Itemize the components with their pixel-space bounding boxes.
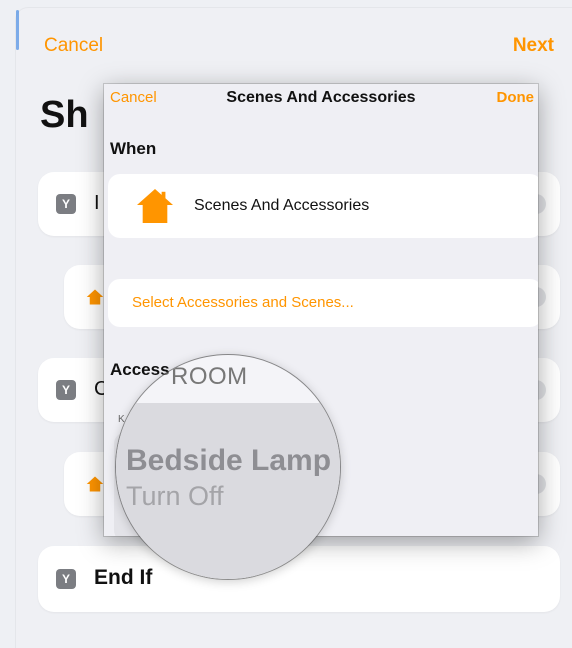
magnified-room-label: ROOM bbox=[171, 363, 248, 390]
page-title: Sh bbox=[40, 94, 89, 136]
selected-scene-row[interactable]: Scenes And Accessories bbox=[108, 174, 538, 238]
when-heading: When bbox=[110, 139, 157, 158]
cancel-button[interactable]: Cancel bbox=[44, 35, 103, 57]
if-condition-icon: Y bbox=[56, 569, 76, 589]
modal-title: Scenes And Accessories bbox=[226, 89, 416, 106]
select-accessories-row[interactable]: Select Accessories and Scenes... bbox=[108, 279, 538, 327]
sheet-edge-accent bbox=[16, 10, 19, 50]
home-icon bbox=[86, 289, 104, 305]
home-icon bbox=[137, 188, 173, 224]
magnified-accessory-status: Turn Off bbox=[126, 481, 224, 511]
card-label: I bbox=[94, 192, 100, 214]
magnified-accessory-name: Bedside Lamp bbox=[126, 444, 332, 477]
modal-done-button[interactable]: Done bbox=[497, 89, 535, 106]
magnifier-loupe: ROOM Bedside Lamp Turn Off bbox=[115, 354, 341, 580]
select-accessories-link[interactable]: Select Accessories and Scenes... bbox=[132, 294, 354, 311]
if-condition-icon: Y bbox=[56, 194, 76, 214]
selected-scene-label: Scenes And Accessories bbox=[194, 197, 370, 214]
if-condition-icon: Y bbox=[56, 380, 76, 400]
next-button[interactable]: Next bbox=[513, 35, 554, 57]
home-icon bbox=[86, 476, 104, 492]
